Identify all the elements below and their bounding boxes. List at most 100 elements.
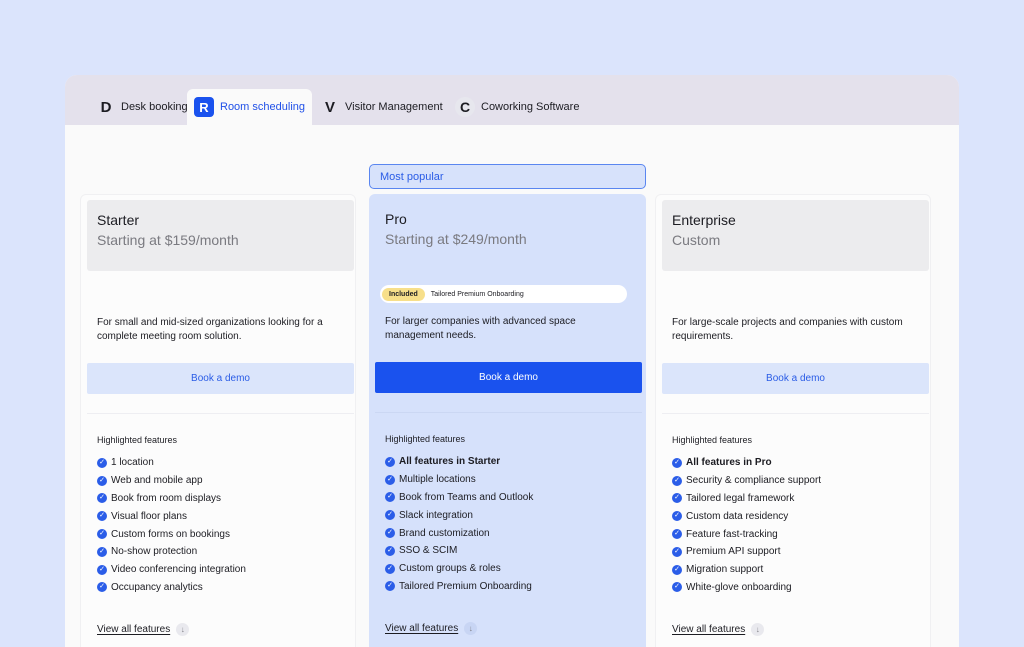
plan-name: Pro bbox=[385, 211, 407, 227]
check-circle-icon: ✓ bbox=[385, 581, 395, 592]
plan-name: Enterprise bbox=[672, 212, 736, 228]
included-text: Tailored Premium Onboarding bbox=[430, 290, 524, 298]
plan-name: Starter bbox=[97, 212, 140, 228]
check-circle-icon: ✓ bbox=[672, 564, 682, 575]
plan-card-starter: Starter Starting at $159/month For small… bbox=[80, 194, 356, 647]
divider bbox=[375, 412, 642, 413]
list-item: ✓ Slack integration bbox=[385, 506, 533, 524]
list-item: ✓ Security & compliance support bbox=[672, 472, 821, 490]
feature-text: Premium API support bbox=[686, 546, 781, 558]
feature-text: Brand customization bbox=[399, 527, 490, 539]
pricing-window: D Desk booking R Room scheduling V Visit… bbox=[65, 75, 959, 647]
check-circle-icon: ✓ bbox=[672, 546, 682, 557]
check-circle-icon: ✓ bbox=[672, 475, 682, 486]
plan-price: Starting at $249/month bbox=[385, 231, 527, 247]
list-item: ✓ SSO & SCIM bbox=[385, 542, 533, 560]
feature-text: No-show protection bbox=[111, 546, 198, 558]
arrow-down-icon: ↓ bbox=[176, 623, 190, 636]
view-all-label: View all features bbox=[97, 624, 171, 635]
feature-list: ✓ 1 location ✓ Web and mobile app ✓ Book fr… bbox=[97, 454, 246, 596]
plan-header: Starter Starting at $159/month bbox=[87, 200, 354, 271]
feature-text: Web and mobile app bbox=[111, 475, 203, 487]
book-demo-button[interactable]: Book a demo bbox=[87, 363, 354, 394]
feature-text: Custom data residency bbox=[686, 510, 789, 522]
check-circle-icon: ✓ bbox=[385, 456, 395, 467]
check-circle-icon: ✓ bbox=[672, 493, 682, 504]
view-all-features-link[interactable]: View all features ↓ bbox=[672, 623, 765, 636]
tab-visitor-management[interactable]: V Visitor Management bbox=[317, 89, 447, 125]
list-item: ✓ White-glove onboarding bbox=[672, 579, 821, 597]
plan-price: Starting at $159/month bbox=[97, 232, 239, 248]
plan-card-enterprise: Enterprise Custom For large-scale projec… bbox=[655, 194, 931, 647]
list-item: ✓ Premium API support bbox=[672, 543, 821, 561]
feature-text: Video conferencing integration bbox=[111, 564, 246, 576]
features-title: Highlighted features bbox=[385, 434, 466, 444]
check-circle-icon: ✓ bbox=[97, 493, 107, 504]
view-all-features-link[interactable]: View all features ↓ bbox=[97, 623, 190, 636]
book-demo-button[interactable]: Book a demo bbox=[375, 362, 642, 393]
check-circle-icon: ✓ bbox=[97, 529, 107, 540]
room-scheduling-logo-icon: R bbox=[194, 97, 214, 117]
list-item: ✓ Migration support bbox=[672, 561, 821, 579]
book-demo-button[interactable]: Book a demo bbox=[662, 363, 929, 394]
plan-description: For small and mid-sized organizations lo… bbox=[97, 317, 323, 342]
feature-text: Feature fast-tracking bbox=[686, 528, 778, 540]
list-item: ✓ Video conferencing integration bbox=[97, 561, 246, 579]
feature-text: Custom forms on bookings bbox=[111, 528, 230, 540]
tab-coworking-software[interactable]: C Coworking Software bbox=[451, 89, 583, 125]
check-circle-icon: ✓ bbox=[672, 511, 682, 522]
list-item: ✓ Custom forms on bookings bbox=[97, 525, 246, 543]
plan-header: Enterprise Custom bbox=[662, 200, 929, 271]
list-item: ✓ Tailored legal framework bbox=[672, 490, 821, 508]
tab-label: Coworking Software bbox=[481, 101, 580, 113]
check-circle-icon: ✓ bbox=[385, 474, 395, 485]
feature-text: Book from Teams and Outlook bbox=[399, 491, 534, 503]
feature-text: Slack integration bbox=[399, 509, 473, 521]
view-all-features-link[interactable]: View all features ↓ bbox=[385, 622, 478, 635]
check-circle-icon: ✓ bbox=[97, 564, 107, 575]
feature-text: Visual floor plans bbox=[111, 510, 187, 522]
features-title: Highlighted features bbox=[672, 435, 753, 445]
feature-text: Migration support bbox=[686, 564, 764, 576]
feature-text: White-glove onboarding bbox=[686, 581, 792, 593]
plan-header: Pro Starting at $249/month bbox=[375, 199, 642, 270]
check-circle-icon: ✓ bbox=[97, 457, 107, 468]
desk-booking-logo-icon: D bbox=[100, 98, 112, 116]
list-item: ✓ All features in Pro bbox=[672, 454, 821, 472]
list-item: ✓ 1 location bbox=[97, 454, 246, 472]
plan-card-pro: Pro Starting at $249/month Included Tail… bbox=[369, 194, 646, 647]
tab-desk-booking[interactable]: D Desk booking bbox=[91, 89, 194, 125]
feature-text: All features in Starter bbox=[399, 456, 501, 468]
feature-list: ✓ All features in Pro ✓ Security & complia… bbox=[672, 454, 821, 596]
plan-description: For large-scale projects and companies w… bbox=[672, 317, 903, 342]
included-onboarding-pill: Included Tailored Premium Onboarding bbox=[380, 285, 627, 303]
plan-description: For larger companies with advanced space… bbox=[385, 316, 576, 341]
arrow-down-icon: ↓ bbox=[464, 622, 478, 635]
list-item: ✓ No-show protection bbox=[97, 543, 246, 561]
list-item: ✓ Book from room displays bbox=[97, 490, 246, 508]
feature-text: Tailored legal framework bbox=[686, 492, 795, 504]
check-circle-icon: ✓ bbox=[672, 529, 682, 540]
tab-room-scheduling[interactable]: R Room scheduling bbox=[187, 89, 312, 125]
check-circle-icon: ✓ bbox=[97, 511, 107, 522]
most-popular-badge: Most popular bbox=[369, 164, 646, 189]
feature-text: Occupancy analytics bbox=[111, 581, 203, 593]
tab-label: Visitor Management bbox=[345, 101, 443, 113]
plan-price: Custom bbox=[672, 232, 721, 248]
check-circle-icon: ✓ bbox=[385, 545, 395, 556]
feature-text: All features in Pro bbox=[686, 457, 772, 469]
features-title: Highlighted features bbox=[97, 435, 178, 445]
list-item: ✓ Multiple locations bbox=[385, 471, 533, 489]
check-circle-icon: ✓ bbox=[385, 510, 395, 521]
included-badge: Included bbox=[382, 287, 425, 301]
feature-text: 1 location bbox=[111, 457, 154, 469]
list-item: ✓ Feature fast-tracking bbox=[672, 525, 821, 543]
list-item: ✓ Brand customization bbox=[385, 524, 533, 542]
product-tabbar: D Desk booking R Room scheduling V Visit… bbox=[65, 75, 959, 125]
feature-text: Custom groups & roles bbox=[399, 563, 501, 575]
feature-text: Book from room displays bbox=[111, 492, 222, 504]
check-circle-icon: ✓ bbox=[672, 582, 682, 593]
list-item: ✓ Custom data residency bbox=[672, 507, 821, 525]
list-item: ✓ Tailored Premium Onboarding bbox=[385, 578, 533, 596]
check-circle-icon: ✓ bbox=[672, 457, 682, 468]
